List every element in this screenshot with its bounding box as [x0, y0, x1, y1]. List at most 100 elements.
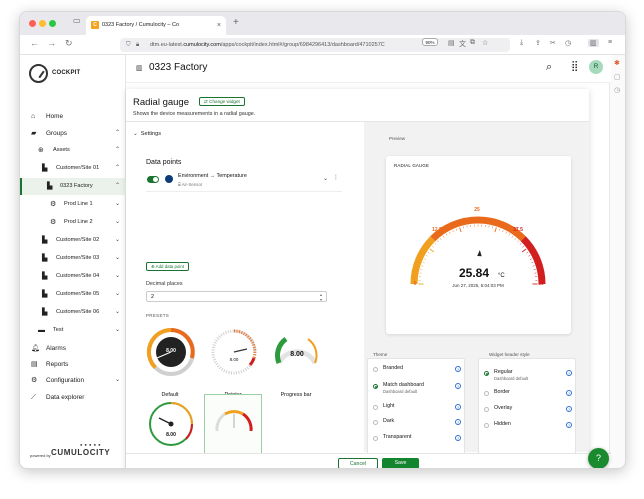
radio-button-selected[interactable]	[484, 371, 489, 376]
reader-icon[interactable]: ▤	[448, 39, 455, 47]
chevron-down-icon[interactable]: ⌄	[115, 372, 120, 389]
sidebar-item-site-06[interactable]: ▙ Customer/Site 06 ⌄	[20, 304, 126, 321]
sidebar-item-configuration[interactable]: ⚙ Configuration ⌄	[20, 372, 126, 389]
cancel-button[interactable]: Cancel	[338, 458, 378, 468]
sidebar-item-assets[interactable]: ⊛ Assets ⌃	[20, 142, 126, 159]
help-icon[interactable]: ?	[566, 370, 572, 376]
history-icon[interactable]: ◷	[565, 39, 571, 47]
extensions-icon[interactable]: ⧉	[470, 39, 475, 47]
rail-tabs-icon[interactable]: ▢	[614, 73, 621, 81]
theme-option-match-dashboard[interactable]: Match dashboard Dashboard default ?	[368, 380, 466, 398]
save-button[interactable]: Save	[382, 458, 419, 468]
sidebar-item-0323-factory[interactable]: ▙ 0323 Factory ⌃	[20, 178, 126, 195]
radio-button[interactable]	[484, 407, 489, 412]
zoom-level[interactable]: 90%	[422, 38, 438, 46]
help-chat-button[interactable]: ?	[588, 448, 609, 468]
theme-option-dark[interactable]: Dark ?	[368, 416, 466, 430]
back-icon[interactable]: ←	[30, 38, 39, 48]
help-icon[interactable]: ?	[455, 419, 461, 425]
rail-history-icon[interactable]: ◷	[614, 86, 620, 94]
chevron-down-icon[interactable]: ⌄	[115, 214, 120, 231]
help-icon[interactable]: ?	[455, 383, 461, 389]
help-icon[interactable]: ?	[455, 404, 461, 410]
tab-overview-icon[interactable]: ▭	[73, 16, 81, 25]
radio-button[interactable]	[484, 423, 489, 428]
stepper-icon[interactable]: ▴ ▾	[320, 292, 322, 302]
sidebar-item-groups[interactable]: ▰ Groups ⌃	[20, 125, 126, 142]
bookmark-star-icon[interactable]: ☆	[482, 39, 488, 47]
radio-button[interactable]	[373, 367, 378, 372]
sidebar-item-site-04[interactable]: ▙ Customer/Site 04 ⌄	[20, 268, 126, 285]
sidebar-item-data-explorer[interactable]: ⟋ Data explorer	[20, 389, 126, 406]
header-style-overlay[interactable]: Overlay ?	[479, 403, 577, 417]
maximize-window-button[interactable]	[49, 20, 56, 27]
screenshot-icon[interactable]: ✂	[550, 39, 556, 47]
chevron-down-icon[interactable]: ⌄	[115, 196, 120, 213]
chevron-up-icon[interactable]: ⌃	[115, 142, 120, 159]
chevron-down-icon[interactable]: ⌄	[115, 232, 120, 249]
change-widget-button[interactable]: ⇄ Change widget	[199, 97, 245, 106]
help-icon[interactable]: ?	[455, 366, 461, 372]
chevron-down-icon[interactable]: ⌄	[323, 175, 328, 182]
sidebar-item-home[interactable]: ⌂ Home	[20, 108, 126, 125]
sidebar-item-alarms[interactable]: 🔔︎ Alarms	[20, 340, 126, 357]
chevron-up-icon[interactable]: ⌃	[115, 178, 120, 195]
chevron-down-icon[interactable]: ⌄	[115, 268, 120, 285]
settings-toggle[interactable]: ⌄ Settings	[133, 131, 161, 137]
sidebar-item-site-02[interactable]: ▙ Customer/Site 02 ⌄	[20, 232, 126, 249]
user-avatar[interactable]: R	[589, 60, 603, 74]
forward-icon[interactable]: →	[47, 38, 56, 48]
chevron-down-icon[interactable]: ⌄	[115, 322, 120, 339]
datapoint-toggle[interactable]	[147, 176, 159, 183]
share-icon[interactable]: ⇪	[535, 39, 541, 47]
help-icon[interactable]: ?	[566, 390, 572, 396]
close-tab-icon[interactable]: ×	[217, 16, 221, 35]
help-icon[interactable]: ?	[566, 422, 572, 428]
sidebar-item-site-05[interactable]: ▙ Customer/Site 05 ⌄	[20, 286, 126, 303]
rail-ai-icon[interactable]: ✱	[614, 59, 620, 67]
reload-icon[interactable]: ↻	[65, 38, 73, 49]
menu-icon[interactable]: ≡	[608, 39, 612, 46]
radio-button[interactable]	[484, 391, 489, 396]
settings-gear-icon[interactable]: ⚙	[623, 462, 625, 468]
header-style-border[interactable]: Border ?	[479, 387, 577, 401]
decimal-places-input[interactable]: 2 ▴ ▾	[146, 291, 327, 302]
add-datapoint-button[interactable]: ⊕ Add data point	[146, 262, 189, 271]
chevron-down-icon[interactable]: ⌄	[115, 286, 120, 303]
radio-button[interactable]	[373, 436, 378, 441]
radio-button[interactable]	[373, 405, 378, 410]
help-icon[interactable]: ?	[455, 435, 461, 441]
sidebar-item-site-01[interactable]: ▙ Customer/Site 01 ⌃	[20, 160, 126, 177]
translate-icon[interactable]: 文	[459, 39, 466, 49]
chevron-up-icon[interactable]: ⌃	[115, 160, 120, 177]
sidebar-item-reports[interactable]: ▤ Reports	[20, 356, 126, 373]
app-switcher-icon[interactable]: ⣿	[571, 61, 578, 72]
radio-button-selected[interactable]	[373, 384, 378, 389]
search-icon[interactable]: ⌕	[546, 61, 552, 74]
sidebar-item-prod-line-2[interactable]: ⚙ Prod Line 2 ⌄	[20, 214, 126, 231]
browser-tab-active[interactable]: C 0323 Factory / Cumulocity – Co ×	[86, 16, 226, 35]
theme-option-transparent[interactable]: Transparent ?	[368, 432, 466, 446]
chevron-down-icon[interactable]: ⌄	[115, 304, 120, 321]
downloads-icon[interactable]: ⤓	[520, 39, 523, 47]
sidebar-toggle-icon[interactable]: ▥	[588, 39, 599, 47]
sidebar-item-site-03[interactable]: ▙ Customer/Site 03 ⌄	[20, 250, 126, 267]
theme-option-light[interactable]: Light ?	[368, 401, 466, 415]
theme-option-branded[interactable]: Branded ?	[368, 363, 466, 377]
minimize-window-button[interactable]	[39, 20, 46, 27]
preset-progress-bar[interactable]: 8.00 Progress bar	[267, 323, 325, 401]
sidebar-item-test[interactable]: ▬ Test ⌄	[20, 322, 126, 339]
more-options-icon[interactable]: ⋮	[333, 174, 339, 181]
help-icon[interactable]: ?	[566, 406, 572, 412]
chevron-up-icon[interactable]: ⌃	[115, 125, 120, 142]
sidebar-item-prod-line-1[interactable]: ⚙ Prod Line 1 ⌄	[20, 196, 126, 213]
preset-pointer[interactable]: 8.00 Pointer	[204, 323, 262, 401]
chevron-down-icon[interactable]: ⌄	[115, 250, 120, 267]
new-tab-icon[interactable]: +	[233, 17, 239, 28]
preset-default[interactable]: 8.00 Default	[141, 323, 199, 401]
radio-button[interactable]	[373, 420, 378, 425]
header-style-hidden[interactable]: Hidden ?	[479, 419, 577, 433]
close-window-button[interactable]	[29, 20, 36, 27]
datapoint-color-swatch[interactable]	[165, 175, 173, 183]
header-style-regular[interactable]: Regular Dashboard default ?	[479, 367, 577, 385]
